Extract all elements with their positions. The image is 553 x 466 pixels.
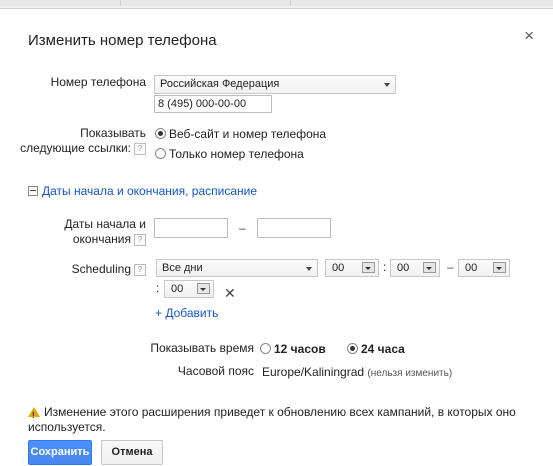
start-date-input[interactable] xyxy=(154,218,228,238)
end-hour-select[interactable]: 00 xyxy=(458,259,510,277)
timezone-label: Часовой пояс xyxy=(177,364,254,378)
radio-label: 12 часов xyxy=(274,342,326,356)
close-icon[interactable]: × xyxy=(524,27,534,44)
time-separator: – xyxy=(447,260,454,274)
start-minute-select[interactable]: 00 xyxy=(390,259,440,277)
save-button[interactable]: Сохранить xyxy=(28,440,92,465)
chevron-down-icon xyxy=(384,83,390,87)
help-icon[interactable]: ? xyxy=(134,142,146,155)
links-label-text: Показывать следующие ссылки: xyxy=(20,126,146,155)
chevron-down-icon xyxy=(306,267,312,271)
collapse-icon xyxy=(28,186,38,196)
background-strip xyxy=(0,0,553,6)
add-schedule-link[interactable]: + Добавить xyxy=(155,306,218,320)
start-hour-value: 00 xyxy=(332,262,345,274)
dropdown-icon xyxy=(197,283,210,294)
days-select[interactable]: Все дни xyxy=(156,259,318,277)
days-select-value: Все дни xyxy=(162,262,203,274)
dropdown-icon xyxy=(362,262,375,273)
dialog-title: Изменить номер телефона xyxy=(28,32,217,49)
end-hour-value: 00 xyxy=(465,262,478,274)
scheduling-label-text: Scheduling xyxy=(71,262,131,276)
cancel-button[interactable]: Отмена xyxy=(101,440,163,465)
dropdown-icon xyxy=(493,262,506,273)
end-minute-value: 00 xyxy=(171,283,184,295)
warning-message: Изменение этого расширения приведет к об… xyxy=(28,405,528,435)
scheduling-label: Scheduling? xyxy=(40,262,146,277)
warning-text: Изменение этого расширения приведет к об… xyxy=(28,405,516,434)
country-select-value: Российская Федерация xyxy=(160,78,280,90)
edit-phone-dialog: Изменить номер телефона × Номер телефона… xyxy=(0,8,553,466)
strip-divider xyxy=(120,0,121,6)
radio-selected-icon xyxy=(155,128,166,139)
time-format-label: Показывать время xyxy=(150,341,254,355)
date-separator: – xyxy=(239,221,246,235)
radio-selected-icon xyxy=(347,343,358,354)
help-icon[interactable]: ? xyxy=(134,233,146,246)
dropdown-icon xyxy=(423,262,436,273)
warning-icon xyxy=(28,407,40,423)
links-label: Показывать следующие ссылки:? xyxy=(20,126,146,156)
radio-24-hours[interactable]: 24 часа xyxy=(347,341,405,357)
end-minute-select[interactable]: 00 xyxy=(164,280,214,298)
start-minute-value: 00 xyxy=(397,262,410,274)
radio-label: Веб-сайт и номер телефона xyxy=(169,127,327,141)
time-colon: : xyxy=(383,260,387,274)
timezone-name: Europe/Kaliningrad xyxy=(262,365,365,379)
strip-divider xyxy=(290,0,291,6)
radio-unselected-icon xyxy=(260,343,271,354)
remove-schedule-icon[interactable]: ✕ xyxy=(224,285,236,302)
phone-number-input[interactable]: 8 (495) 000-00-00 xyxy=(154,95,272,113)
time-colon: : xyxy=(156,281,160,295)
timezone-note: (нельзя изменить) xyxy=(367,368,453,379)
radio-phone-only[interactable]: Только номер телефона xyxy=(155,146,304,162)
country-select[interactable]: Российская Федерация xyxy=(154,75,396,94)
radio-12-hours[interactable]: 12 часов xyxy=(260,341,326,357)
schedule-section-toggle[interactable]: Даты начала и окончания, расписание xyxy=(28,184,257,198)
phone-label: Номер телефона xyxy=(50,75,146,89)
radio-label: 24 часа xyxy=(361,342,405,356)
radio-label: Только номер телефона xyxy=(169,147,304,161)
dates-label: Даты начала и окончания? xyxy=(40,217,146,247)
radio-unselected-icon xyxy=(155,148,166,159)
timezone-value: Europe/Kaliningrad (нельзя изменить) xyxy=(262,364,452,382)
help-icon[interactable]: ? xyxy=(134,263,146,276)
start-hour-select[interactable]: 00 xyxy=(325,259,379,277)
end-date-input[interactable] xyxy=(257,218,331,238)
schedule-section-label: Даты начала и окончания, расписание xyxy=(42,184,258,198)
radio-website-and-phone[interactable]: Веб-сайт и номер телефона xyxy=(155,126,326,142)
